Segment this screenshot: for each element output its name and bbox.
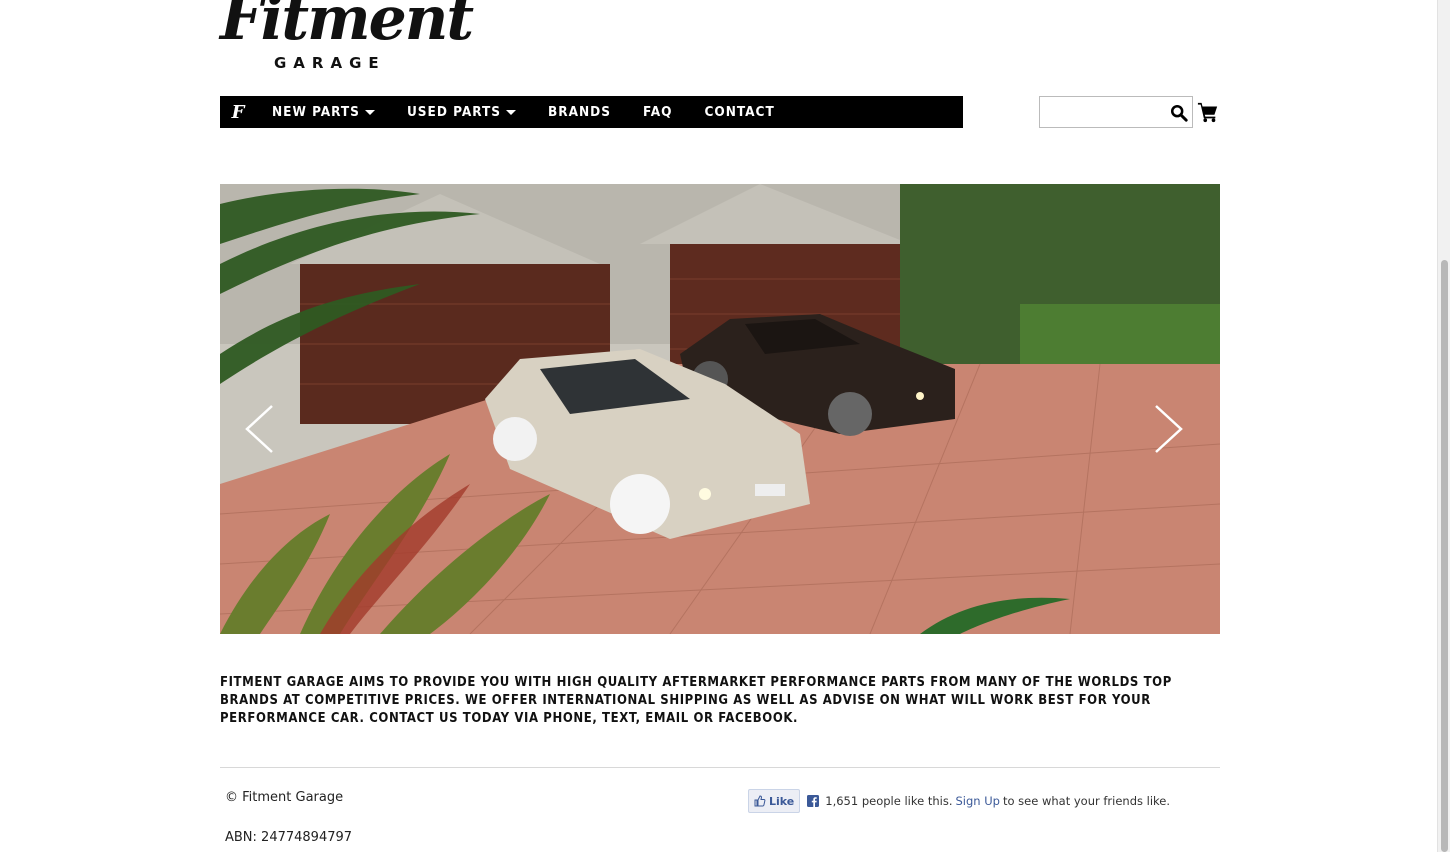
- facebook-signup-link[interactable]: Sign Up: [956, 794, 1000, 808]
- search-input[interactable]: [1044, 98, 1166, 128]
- chevron-right-icon[interactable]: [1154, 404, 1184, 454]
- caret-down-icon: [364, 109, 375, 115]
- cart-icon[interactable]: [1197, 101, 1219, 123]
- nav-brands[interactable]: BRANDS: [532, 96, 627, 128]
- page-scrollbar[interactable]: [1437, 0, 1450, 852]
- home-logo-icon[interactable]: F: [220, 102, 256, 123]
- thumbs-up-icon: [754, 795, 766, 807]
- nav-faq[interactable]: FAQ: [627, 96, 688, 128]
- copyright-text: © Fitment Garage: [225, 790, 344, 805]
- nav-new-parts-label: NEW PARTS: [272, 104, 360, 120]
- logo-script-text: Fitment: [220, 0, 474, 54]
- chevron-left-icon[interactable]: [244, 404, 274, 454]
- logo-subtitle: GARAGE: [274, 54, 386, 72]
- nav-contact[interactable]: CONTACT: [689, 96, 791, 128]
- search-box: [1039, 96, 1193, 128]
- hero-image: [220, 184, 1220, 634]
- main-nav: F NEW PARTS USED PARTS BRANDS FAQ CONTAC…: [220, 96, 963, 128]
- intro-text: FITMENT GARAGE AIMS TO PROVIDE YOU WITH …: [220, 675, 1172, 726]
- nav-new-parts[interactable]: NEW PARTS: [256, 96, 391, 128]
- facebook-suffix-text: to see what your friends like.: [1002, 794, 1171, 808]
- hero-carousel: [220, 184, 1220, 634]
- facebook-like-count: 1,651 people like this.: [825, 794, 953, 808]
- site-logo[interactable]: Fitment GARAGE: [220, 0, 474, 76]
- nav-used-parts[interactable]: USED PARTS: [391, 96, 532, 128]
- caret-down-icon: [506, 109, 516, 115]
- abn-text: ABN: 24774894797: [225, 830, 353, 845]
- facebook-icon: [807, 795, 820, 807]
- search-icon[interactable]: [1170, 104, 1188, 122]
- facebook-like-button[interactable]: Like: [748, 789, 801, 813]
- facebook-like-label: Like: [769, 794, 795, 808]
- facebook-like-widget: Like 1,651 people like this. Sign Up to …: [748, 789, 1170, 813]
- scrollbar-thumb[interactable]: [1441, 260, 1448, 852]
- nav-used-parts-label: USED PARTS: [406, 104, 501, 120]
- footer-divider: [220, 767, 1220, 768]
